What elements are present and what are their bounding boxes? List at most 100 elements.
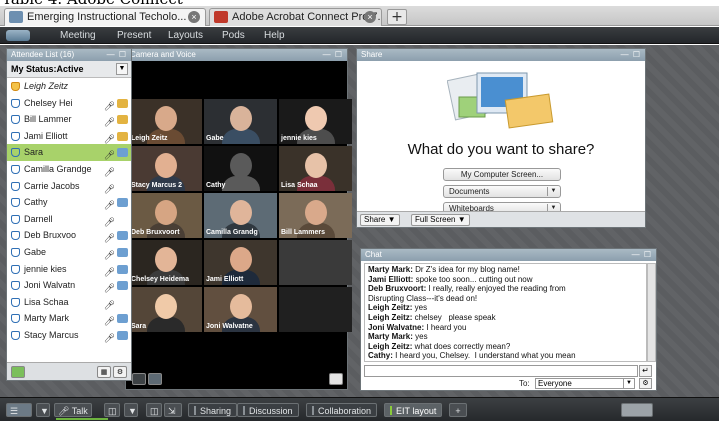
microphone-icon: 🎤︎ [103, 233, 115, 244]
video-feed[interactable]: Bill Lammers [279, 193, 352, 238]
talk-button[interactable]: 🎤︎ Talk [54, 403, 92, 417]
video-feed[interactable]: Gabe [204, 99, 277, 144]
pod-menu-icon[interactable]: — ☐ [107, 49, 127, 61]
camera-settings-button[interactable] [132, 373, 146, 385]
layout-tab[interactable]: EIT layout [384, 403, 443, 417]
user-icon [11, 115, 20, 125]
attendee-row[interactable]: Darnell 🎤︎ [7, 211, 131, 228]
user-icon [11, 98, 20, 108]
attendee-row[interactable]: Lisa Schaa 🎤︎ [7, 294, 131, 311]
pod-menu-icon[interactable]: — ☐ [621, 49, 641, 61]
camera-button[interactable]: ◫ [146, 403, 162, 417]
attendee-row[interactable]: Leigh Zeitz [7, 78, 131, 95]
attendee-row[interactable]: Stacy Marcus 🎤︎ [7, 327, 131, 344]
participant-face [305, 106, 327, 131]
fullscreen-toggle-button[interactable] [621, 403, 653, 417]
chevron-down-icon[interactable]: ▼ [36, 403, 50, 417]
menu-layouts[interactable]: Layouts [168, 27, 203, 44]
menu-pods[interactable]: Pods [222, 27, 245, 44]
pod-menu-icon[interactable]: — ☐ [323, 49, 343, 61]
chat-recipient-select[interactable]: Everyone ▼ [535, 378, 635, 389]
attendee-row[interactable]: Jami Elliott 🎤︎ [7, 128, 131, 145]
pod-menu-icon[interactable]: — ☐ [632, 249, 652, 261]
user-icon [11, 164, 20, 174]
my-status-selector[interactable]: My Status:Active ▼ [7, 61, 131, 78]
handout-button[interactable]: ⇲ [164, 403, 182, 417]
video-feed[interactable]: Joni Walvatne [204, 287, 277, 332]
new-tab-button[interactable]: + [387, 9, 407, 25]
attendee-row[interactable]: Chelsey Hei 🎤︎ [7, 95, 131, 112]
chat-text: I heard you, Chelsey. I understand what … [392, 351, 576, 361]
camera-options-button[interactable] [329, 373, 343, 385]
video-feed[interactable]: Stacy Marcus 2 [129, 146, 202, 191]
menu-help[interactable]: Help [264, 27, 285, 44]
video-feed[interactable]: Lisa Schaa [279, 146, 352, 191]
video-feed[interactable]: Sara [129, 287, 202, 332]
attendee-row[interactable]: Cathy 🎤︎ [7, 194, 131, 211]
share-documents-dropdown[interactable]: Documents ▼ [443, 185, 561, 198]
share-menu-button[interactable]: Share ▼ [360, 214, 400, 226]
attendee-row[interactable]: jennie kies 🎤︎ [7, 261, 131, 278]
view-toggle-button[interactable]: ▦ [97, 366, 111, 378]
close-tab-icon[interactable]: × [188, 11, 200, 23]
attendee-name: Marty Mark [24, 313, 69, 324]
video-feed[interactable]: Leigh Zeitz [129, 99, 202, 144]
add-layout-button[interactable]: + [449, 403, 467, 417]
camera-layout-button[interactable] [148, 373, 162, 385]
share-illustration-icon [447, 72, 554, 129]
chevron-down-icon[interactable]: ▼ [124, 403, 138, 417]
user-icon [11, 297, 20, 307]
participant-face [230, 247, 252, 272]
browser-tab-connect[interactable]: Adobe Acrobat Connect Pro 7.5... × [209, 8, 382, 26]
add-attendee-button[interactable] [11, 366, 25, 378]
video-feed[interactable]: jennie kies [279, 99, 352, 144]
share-my-computer-screen-button[interactable]: My Computer Screen... [443, 168, 561, 181]
status-menu-button[interactable]: ☰ [6, 403, 32, 417]
webcam-icon [117, 198, 128, 208]
chat-message: Marty Mark: yes [368, 332, 643, 342]
attendee-name: Lisa Schaa [24, 296, 69, 307]
chat-scrollbar[interactable] [647, 263, 656, 362]
attendee-row[interactable]: Joni Walvatn 🎤︎ [7, 277, 131, 294]
layout-tab-label: Sharing [200, 406, 232, 416]
attendee-row[interactable]: Carrie Jacobs 🎤︎ [7, 178, 131, 195]
video-feed[interactable]: Cathy [204, 146, 277, 191]
chat-options-button[interactable]: ⚙ [639, 378, 652, 389]
attendee-row[interactable]: Bill Lammer 🎤︎ [7, 111, 131, 128]
video-feed[interactable]: Jami Elliott [204, 240, 277, 285]
chat-text: chelsey please speak [412, 312, 496, 322]
video-feed[interactable] [279, 287, 352, 332]
chevron-down-icon[interactable]: ▼ [116, 63, 128, 75]
chat-log: Marty Mark: Dr Z's idea for my blog name… [364, 263, 647, 362]
chat-message: Leigh Zeitz: chelsey please speak [368, 313, 643, 323]
chat-sender: Marty Mark: [368, 265, 413, 274]
browser-tab-emerging[interactable]: Emerging Instructional Techolo... × [4, 8, 206, 26]
webcam-icon [117, 98, 128, 108]
close-tab-icon[interactable]: × [364, 11, 376, 23]
webcam-icon [117, 148, 128, 158]
layout-tab[interactable]: Collaboration [306, 403, 378, 417]
attendee-row[interactable]: Camilla Grandge 🎤︎ [7, 161, 131, 178]
layout-tab[interactable]: Sharing [188, 403, 238, 417]
layout-tab[interactable]: Discussion [237, 403, 299, 417]
send-message-button[interactable]: ↵ [639, 365, 652, 377]
video-feed[interactable]: Camilla Grandg [204, 193, 277, 238]
attendee-row[interactable]: Marty Mark 🎤︎ [7, 310, 131, 327]
chevron-down-icon: ▼ [547, 187, 559, 196]
speaker-button[interactable]: ◫ [104, 403, 120, 417]
user-icon [11, 131, 20, 141]
attendee-row[interactable]: Gabe 🎤︎ [7, 244, 131, 261]
chat-message-input[interactable] [364, 365, 638, 377]
attendee-row[interactable]: Deb Bruxvoo 🎤︎ [7, 227, 131, 244]
menu-meeting[interactable]: Meeting [60, 27, 96, 44]
video-feed[interactable]: Deb Bruxvoort [129, 193, 202, 238]
attendee-options-button[interactable]: ⚙ [113, 366, 127, 378]
chat-recipient-value: Everyone [538, 379, 572, 388]
video-feed[interactable] [279, 240, 352, 285]
attendee-row[interactable]: Sara 🎤︎ [7, 144, 131, 161]
webcam-icon [117, 330, 128, 340]
full-screen-button[interactable]: Full Screen ▼ [411, 214, 470, 226]
microphone-icon: 🎤︎ [103, 316, 115, 327]
menu-present[interactable]: Present [117, 27, 151, 44]
video-feed[interactable]: Chelsey Heidema [129, 240, 202, 285]
